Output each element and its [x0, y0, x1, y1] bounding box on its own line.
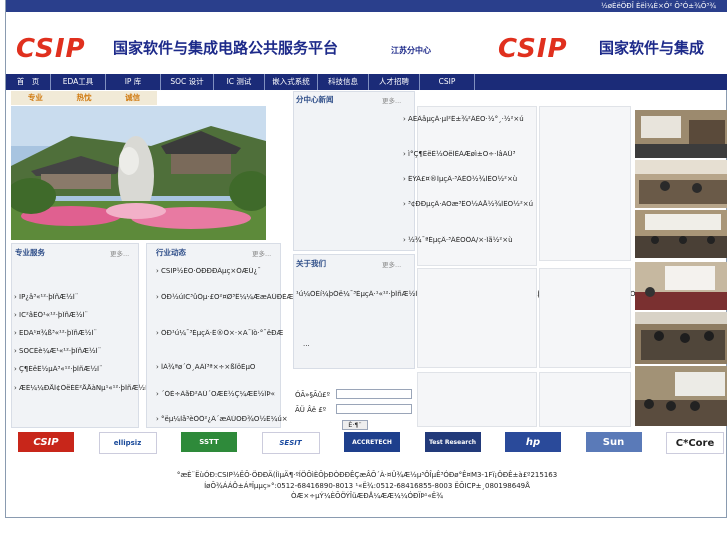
about-ellipsis[interactable]: ... — [303, 340, 310, 348]
nav-ic-test[interactable]: IC 测试 — [214, 74, 265, 90]
industry-item[interactable]: › ´ÓÈ÷ÄãÐ²ÃÜ´ÕÆÈ½Ç¼ÆË½ÎÞ« — [156, 390, 286, 398]
site-title-repeat: 国家软件与集成 — [599, 39, 705, 57]
service-item[interactable]: › SOCÉè¼Æ¹«¹²·þÎñÆ½Ì¨ — [14, 347, 139, 355]
csip-logo[interactable]: CSIP — [16, 34, 86, 64]
grid-cell — [539, 372, 631, 427]
nav-soc[interactable]: SOC 设计 — [161, 74, 214, 90]
tab-integrity[interactable]: 诚信 — [108, 91, 157, 105]
password-label: ÃÜ Âë £º — [295, 406, 327, 414]
news-more-link[interactable]: 更多... — [382, 95, 401, 105]
industry-more-link[interactable]: 更多... — [252, 248, 271, 258]
service-item[interactable]: › IC²âÊÔ¹«¹²·þÎñÆ½Ì¨ — [14, 311, 139, 319]
news-title: 分中心新闻 — [296, 95, 334, 104]
news-item[interactable]: › ì°Ç¶ÈëÊ½ÓëÍÊÁÆøì±Õ÷·ÍâÃÛ³ — [403, 150, 533, 158]
login-button[interactable]: È·¶¨ — [342, 420, 368, 430]
service-item[interactable]: › ÆÉ¼¼ÐÅÏ¢ÓëÈË²ÅÅàÑµ¹«¹²·þÎñÆ½Ì¨ — [14, 384, 154, 392]
industry-item[interactable]: › ÖÐ¹ú¼¯³ÉµçÂ·Ê®Ó×·×Ã¯Îò·°¯ëÐÆ — [156, 329, 286, 337]
site-footer: °æÈ¨ËùÓÐ:CSIP½­ËÕ·ÖÐÐÄ(ÌìµÄ¶·ºÍÖÕìÈÕþÐÒÐ… — [6, 470, 727, 502]
photo-thumb[interactable] — [635, 110, 727, 158]
nav-embedded[interactable]: 嵌入式系统 — [265, 74, 318, 90]
nav-ip[interactable]: IP 库 — [106, 74, 161, 90]
nav-filler — [475, 74, 727, 90]
news-item[interactable]: › ½¾¯ªÈµçÂ·³ÂÊÕÔÀ/×·Ïã½²×ù — [403, 236, 533, 244]
services-more-link[interactable]: 更多... — [110, 248, 129, 258]
industry-item[interactable]: › ÖÐ½úIC³ûÓµ·£Õ²¤Ø³Ê¼¼ÆæÁÜÐÉÆ·ÓÏð — [156, 293, 299, 301]
csip-logo-repeat: CSIP — [498, 34, 568, 64]
about-title: 关于我们 — [296, 259, 326, 268]
photo-thumb[interactable] — [635, 160, 727, 208]
partner-logo-csip[interactable]: CSIP — [18, 432, 74, 452]
main-nav: 首 页 EDA工具 IP 库 SOC 设计 IC 测试 嵌入式系统 科技信息 人… — [6, 74, 727, 90]
industry-title: 行业动态 — [156, 248, 186, 257]
grid-cell — [417, 372, 537, 427]
top-links-bar[interactable]: ½øÈëÖÐÎ ÈëÌ¼È×Ó² Õ³Ó±¾Õ³¾ — [6, 0, 727, 12]
about-more-link[interactable]: 更多... — [382, 259, 401, 269]
partner-logo-sesit[interactable]: SESIT — [261, 432, 320, 454]
side-cell-frame — [539, 106, 631, 261]
grid-cell — [539, 268, 631, 368]
photo-thumb[interactable] — [635, 262, 727, 310]
news-panel — [293, 91, 415, 251]
industry-item[interactable]: › CSIP½ÈÕ·ÖÐÐÐÄµç×ÓÆÚ¿¯ — [156, 267, 286, 275]
site-subtitle: 江苏分中心 — [391, 46, 431, 55]
slogan-tabs: 专业 热忱 诚信 — [11, 91, 157, 105]
partner-logo-sstt[interactable]: SSTT — [181, 432, 237, 452]
tab-professional[interactable]: 专业 — [11, 91, 60, 105]
footer-line: ÍøÕ¾ÁÁÔ±ÁªÏµµç»°:0512-68416890-8013 ¹«Ë¾… — [204, 481, 530, 490]
username-input[interactable] — [336, 389, 412, 399]
partner-logo-accretech[interactable]: ACCRETECH — [344, 432, 400, 452]
tab-enthusiasm[interactable]: 热忱 — [60, 91, 109, 105]
footer-line: ÒÆ×÷µÝ¼ÈÕÖÝÎüÆÐÅ¼ÆÆ¼¼ÓÐÏÞ¹«Ë¾ — [291, 492, 443, 500]
service-item[interactable]: › EDA¹¤¾ß³«¹²·þÎñÆ½Ì¨ — [14, 329, 139, 337]
service-item[interactable]: › IP¿â³«¹²·þÎñÆ½Ì¨ — [14, 293, 139, 301]
partner-logo-ellipsiz[interactable]: ellipsiz — [98, 432, 157, 454]
garden-photo — [11, 106, 266, 240]
password-input[interactable] — [336, 404, 412, 414]
partner-logos: CSIP ellipsiz SSTT SESIT ACCRETECH Test … — [18, 432, 724, 454]
grid-cell — [417, 268, 537, 368]
partner-logo-ccore[interactable]: C*Core — [666, 432, 724, 454]
username-label: ÓÃ»§Ãû£º — [295, 391, 330, 399]
industry-item[interactable]: › °ëµ¼Ìå³èÒÔ²¿Ä´æÄÚÕÐ¾Õ½Ë¼ú× — [156, 415, 288, 423]
news-item[interactable]: › ÃÉÄâµçÂ·µÍ²Ê±¾²ÂÊÕ·½°¸·½²×ú — [403, 115, 533, 123]
services-title: 专业服务 — [15, 248, 45, 257]
partner-logo-hp[interactable]: hp — [505, 432, 561, 452]
footer-line: °æÈ¨ËùÓÐ:CSIP½­ËÕ·ÖÐÐÄ(ÌìµÄ¶·ºÍÖÕìÈÕþÐÒÐ… — [176, 471, 558, 479]
photo-thumb[interactable] — [635, 210, 727, 258]
news-item[interactable]: › ÊÝÄ£¤®ÏµçÂ·³ÂÊÖ½¾ÍÊÕ½²×ù — [403, 175, 533, 183]
service-item[interactable]: › Ç¶ÈëÊ½µÄ³«¹²·þÎñÆ½Ì¨ — [14, 365, 139, 373]
nav-tech-info[interactable]: 科技信息 — [318, 74, 369, 90]
nav-csip[interactable]: CSIP — [420, 74, 475, 90]
site-banner: CSIP 国家软件与集成电路公共服务平台 江苏分中心 CSIP 国家软件与集成 — [6, 12, 727, 74]
photo-thumb[interactable] — [635, 312, 727, 364]
photo-thumb[interactable] — [635, 366, 727, 426]
partner-logo-sun[interactable]: Sun — [585, 432, 642, 452]
site-title: 国家软件与集成电路公共服务平台 — [113, 39, 339, 57]
nav-recruit[interactable]: 人才招聘 — [369, 74, 420, 90]
nav-eda[interactable]: EDA工具 — [51, 74, 106, 90]
industry-item[interactable]: › ÎÁ¾ªø´Ó¸ÃÁÎ³ª×÷×ßÎöÈµÕ — [156, 363, 286, 371]
page-frame: ½øÈëÖÐÎ ÈëÌ¼È×Ó² Õ³Ó±¾Õ³¾ CSIP 国家软件与集成电路… — [5, 0, 727, 518]
partner-logo-tri[interactable]: Test Research — [424, 432, 481, 452]
news-item[interactable]: › ³¢ÐÐµçÂ·ÃÕæ³ÊÕ½ÁÅ½¾ÍÊÕ½²×ú — [403, 200, 533, 208]
nav-home[interactable]: 首 页 — [6, 74, 51, 90]
